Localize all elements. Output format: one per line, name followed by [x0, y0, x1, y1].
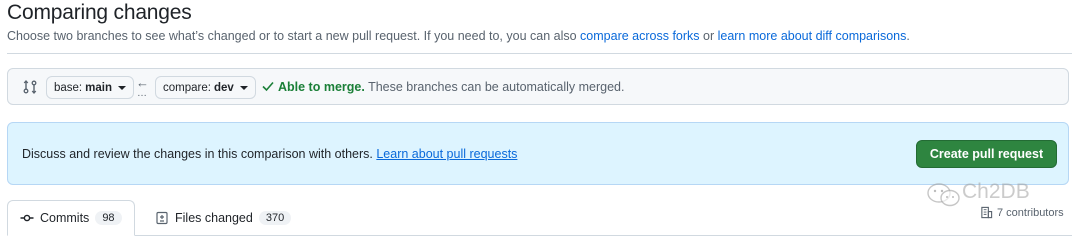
learn-pull-requests-link[interactable]: Learn about pull requests: [376, 147, 517, 161]
git-commit-icon: [20, 214, 34, 222]
contributors-link[interactable]: 7 contributors: [980, 206, 1064, 219]
chevron-down-icon: [239, 85, 248, 90]
file-diff-icon: [156, 211, 168, 225]
merge-message: These branches can be automatically merg…: [368, 80, 625, 94]
subtitle-period: .: [906, 29, 910, 43]
pull-request-banner: Discuss and review the changes in this c…: [7, 122, 1069, 185]
organization-icon: [981, 206, 993, 219]
merge-status: Able to merge. These branches can be aut…: [278, 80, 624, 94]
tab-files-changed-label: Files changed: [175, 211, 253, 225]
wechat-logo-icon: [927, 183, 960, 207]
compare-branch-name: dev: [213, 81, 234, 94]
tab-commits-count: 98: [95, 211, 122, 225]
base-branch-selector[interactable]: base: main: [46, 76, 134, 99]
compare-across-forks-link[interactable]: compare across forks: [580, 29, 699, 43]
diff-comparisons-link[interactable]: learn more about diff comparisons: [718, 29, 907, 43]
compare-key: compare:: [163, 81, 211, 94]
subtitle-text: Choose two branches to see what’s change…: [7, 29, 581, 43]
range-editor: base: main ← … compare: dev Able to merg…: [7, 68, 1069, 105]
contributors-count: 7 contributors: [997, 206, 1064, 219]
merge-ok-label: Able to merge.: [278, 80, 365, 94]
header-divider: [7, 53, 1072, 54]
page-subtitle: Choose two branches to see what’s change…: [7, 29, 910, 43]
ellipsis-dots: …: [137, 88, 147, 99]
banner-text: Discuss and review the changes in this c…: [22, 147, 377, 161]
banner-message: Discuss and review the changes in this c…: [22, 147, 517, 161]
subtitle-or: or: [699, 29, 718, 43]
compare-branch-selector[interactable]: compare: dev: [155, 76, 256, 99]
git-compare-icon: [23, 80, 37, 94]
tab-commits[interactable]: Commits 98: [7, 200, 135, 236]
check-icon: [262, 81, 274, 92]
tab-commits-label: Commits: [40, 211, 90, 225]
watermark-text: Ch2DB: [962, 180, 1030, 203]
chevron-down-icon: [117, 85, 126, 90]
tab-files-changed-count: 370: [258, 211, 292, 225]
create-pull-request-button[interactable]: Create pull request: [916, 140, 1057, 168]
tab-nav: Commits 98 Files changed 370: [0, 200, 1080, 243]
base-key: base:: [54, 81, 83, 94]
base-branch-name: main: [85, 81, 112, 94]
tab-files-changed[interactable]: Files changed 370: [143, 200, 303, 236]
page-title: Comparing changes: [7, 1, 192, 24]
